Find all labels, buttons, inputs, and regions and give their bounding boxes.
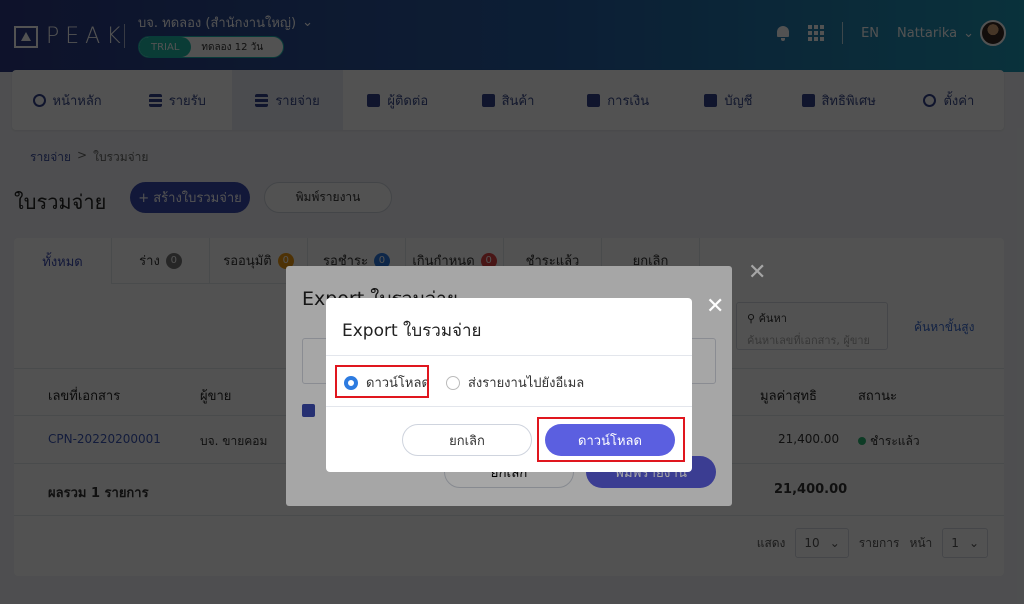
divider <box>326 406 692 407</box>
email-option[interactable]: ส่งรายงานไปยังอีเมล <box>446 372 584 393</box>
email-option-label: ส่งรายงานไปยังอีเมล <box>468 376 585 391</box>
export-modal: Export ใบรวมจ่าย ดาวน์โหลด ส่งรายงานไปยั… <box>326 298 692 472</box>
divider <box>326 355 692 356</box>
highlight-box <box>537 417 685 462</box>
close-icon[interactable]: ✕ <box>706 296 724 318</box>
highlight-box <box>335 365 429 398</box>
modal-title: Export ใบรวมจ่าย <box>342 321 482 341</box>
radio-icon[interactable] <box>446 375 460 390</box>
cancel-button[interactable]: ยกเลิก <box>402 424 532 456</box>
